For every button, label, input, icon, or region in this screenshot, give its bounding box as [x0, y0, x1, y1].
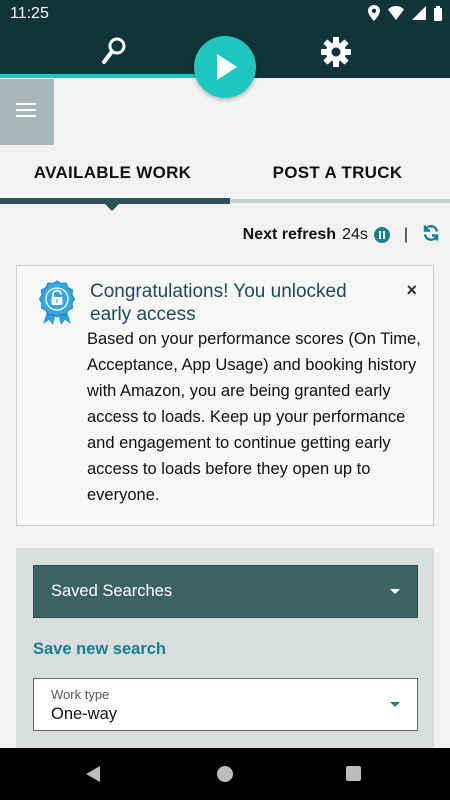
back-icon[interactable] [86, 766, 100, 782]
tab-post-a-truck[interactable]: POST A TRUCK [225, 150, 450, 200]
refresh-icon[interactable] [422, 224, 440, 247]
android-nav-bar [0, 748, 450, 800]
chevron-down-icon [390, 702, 400, 707]
work-type-value: One-way [51, 705, 118, 723]
tabs: AVAILABLE WORK POST A TRUCK [0, 150, 450, 211]
unlock-badge-icon [37, 280, 77, 326]
tab-caret-icon [105, 204, 119, 211]
tab-available-work[interactable]: AVAILABLE WORK [0, 150, 225, 200]
search-panel: Saved Searches Save new search Work type… [16, 548, 434, 748]
work-type-select[interactable]: Work type One-way [33, 678, 418, 731]
alert-title: Congratulations! You unlocked early acce… [90, 281, 347, 325]
location-icon [368, 5, 380, 26]
hamburger-line-icon [16, 103, 36, 105]
pause-icon[interactable] [373, 227, 390, 243]
battery-icon [434, 5, 442, 26]
refresh-separator: | [403, 226, 408, 243]
search-icon[interactable] [100, 36, 128, 66]
hamburger-line-icon [16, 115, 36, 117]
close-icon[interactable]: × [406, 280, 417, 301]
chevron-down-icon [390, 589, 400, 594]
recents-icon[interactable] [346, 766, 361, 781]
wifi-icon [388, 6, 404, 25]
refresh-row: Next refresh 24s | [243, 224, 440, 246]
home-icon[interactable] [217, 766, 233, 782]
status-icons [368, 5, 442, 26]
tab-divider [230, 199, 450, 203]
signal-icon [412, 6, 426, 25]
play-button[interactable] [194, 36, 256, 98]
status-time: 11:25 [10, 5, 49, 22]
nav-active-indicator [0, 74, 205, 78]
work-type-label: Work type [51, 687, 110, 702]
gear-icon[interactable] [320, 36, 352, 68]
saved-searches-dropdown[interactable]: Saved Searches [33, 565, 418, 618]
status-bar: 11:25 [0, 0, 450, 28]
early-access-alert: Congratulations! You unlocked early acce… [16, 265, 434, 526]
refresh-countdown: 24s [342, 226, 368, 243]
save-new-search-link[interactable]: Save new search [33, 640, 166, 659]
alert-body: Based on your performance scores (On Tim… [87, 330, 421, 504]
menu-button[interactable] [0, 79, 54, 145]
hamburger-line-icon [16, 109, 36, 111]
saved-searches-label: Saved Searches [51, 582, 173, 600]
play-icon [217, 54, 237, 80]
refresh-label: Next refresh [242, 226, 337, 243]
